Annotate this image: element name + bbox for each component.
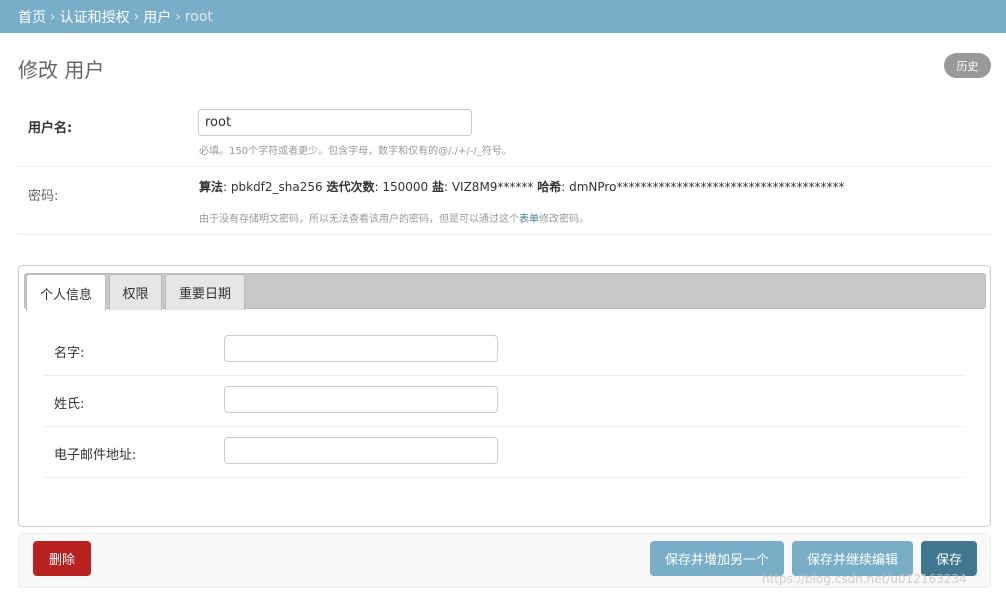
username-input[interactable] — [198, 109, 472, 136]
email-input[interactable] — [224, 437, 498, 464]
password-help-before: 由于没有存储明文密码，所以无法查看该用户的密码，但是可以通过这个 — [199, 214, 519, 225]
first-name-row: 名字: — [44, 325, 965, 376]
hash-value: : dmNPro********************************… — [561, 180, 845, 194]
last-name-row: 姓氏: — [44, 376, 965, 427]
delete-button[interactable]: 删除 — [33, 541, 91, 576]
last-name-input[interactable] — [224, 386, 498, 413]
first-name-input[interactable] — [224, 335, 498, 362]
salt-label: 盐 — [431, 180, 444, 194]
breadcrumb-separator: › — [175, 8, 181, 25]
breadcrumb-home-link[interactable]: 首页 — [18, 7, 46, 27]
username-row: 用户名: 必填。150个字符或者更少。包含字母，数字和仅有的@/./+/-/_符… — [18, 98, 991, 167]
first-name-label: 名字: — [54, 346, 85, 361]
breadcrumb-separator: › — [50, 8, 56, 25]
password-label: 密码: — [28, 189, 59, 204]
algorithm-label: 算法 — [199, 180, 224, 194]
tab-personal-info[interactable]: 个人信息 — [26, 274, 106, 311]
algorithm-value: : pbkdf2_sha256 — [223, 180, 327, 194]
breadcrumb-section-link[interactable]: 认证和授权 — [60, 7, 130, 27]
breadcrumb-separator: › — [133, 8, 140, 25]
password-change-form-link[interactable]: 表单 — [519, 214, 539, 225]
email-row: 电子邮件地址: — [44, 427, 965, 478]
username-label: 用户名: — [28, 121, 73, 136]
iterations-label: 迭代次数 — [326, 180, 375, 194]
username-help-text: 必填。150个字符或者更少。包含字母，数字和仅有的@/./+/-/_符号。 — [199, 146, 512, 157]
history-button[interactable]: 历史 — [944, 53, 991, 78]
password-help-after: 修改密码。 — [539, 214, 589, 225]
save-and-continue-button[interactable]: 保存并继续编辑 — [792, 541, 913, 576]
password-hash-summary: 算法: pbkdf2_sha256 迭代次数: 150000 盐: VIZ8M9… — [199, 178, 844, 195]
fieldset-tabs-container: 个人信息 权限 重要日期 名字: 姓氏: 电子邮件地址: — [18, 265, 991, 527]
page-title: 修改 用户 — [18, 58, 105, 82]
save-and-add-another-button[interactable]: 保存并增加另一个 — [650, 541, 784, 576]
last-name-label: 姓氏: — [54, 397, 85, 412]
salt-value: : VIZ8M9****** — [443, 180, 538, 194]
email-label: 电子邮件地址: — [54, 448, 137, 463]
password-row: 密码: 算法: pbkdf2_sha256 迭代次数: 150000 盐: VI… — [18, 167, 991, 235]
hash-label: 哈希 — [537, 180, 562, 194]
tab-permissions[interactable]: 权限 — [109, 274, 162, 310]
watermark-text: https://blog.csdn.net/u012163234 — [762, 572, 967, 586]
password-help-text: 由于没有存储明文密码，所以无法查看该用户的密码，但是可以通过这个表单修改密码。 — [199, 210, 589, 225]
breadcrumb-model-link[interactable]: 用户 — [143, 7, 171, 27]
breadcrumb-current: root — [184, 8, 213, 25]
iterations-value: : 150000 — [374, 180, 432, 194]
breadcrumb: 首页 › 认证和授权 › 用户 › root — [0, 0, 1006, 33]
save-button[interactable]: 保存 — [921, 541, 977, 576]
tab-important-dates[interactable]: 重要日期 — [165, 274, 245, 310]
